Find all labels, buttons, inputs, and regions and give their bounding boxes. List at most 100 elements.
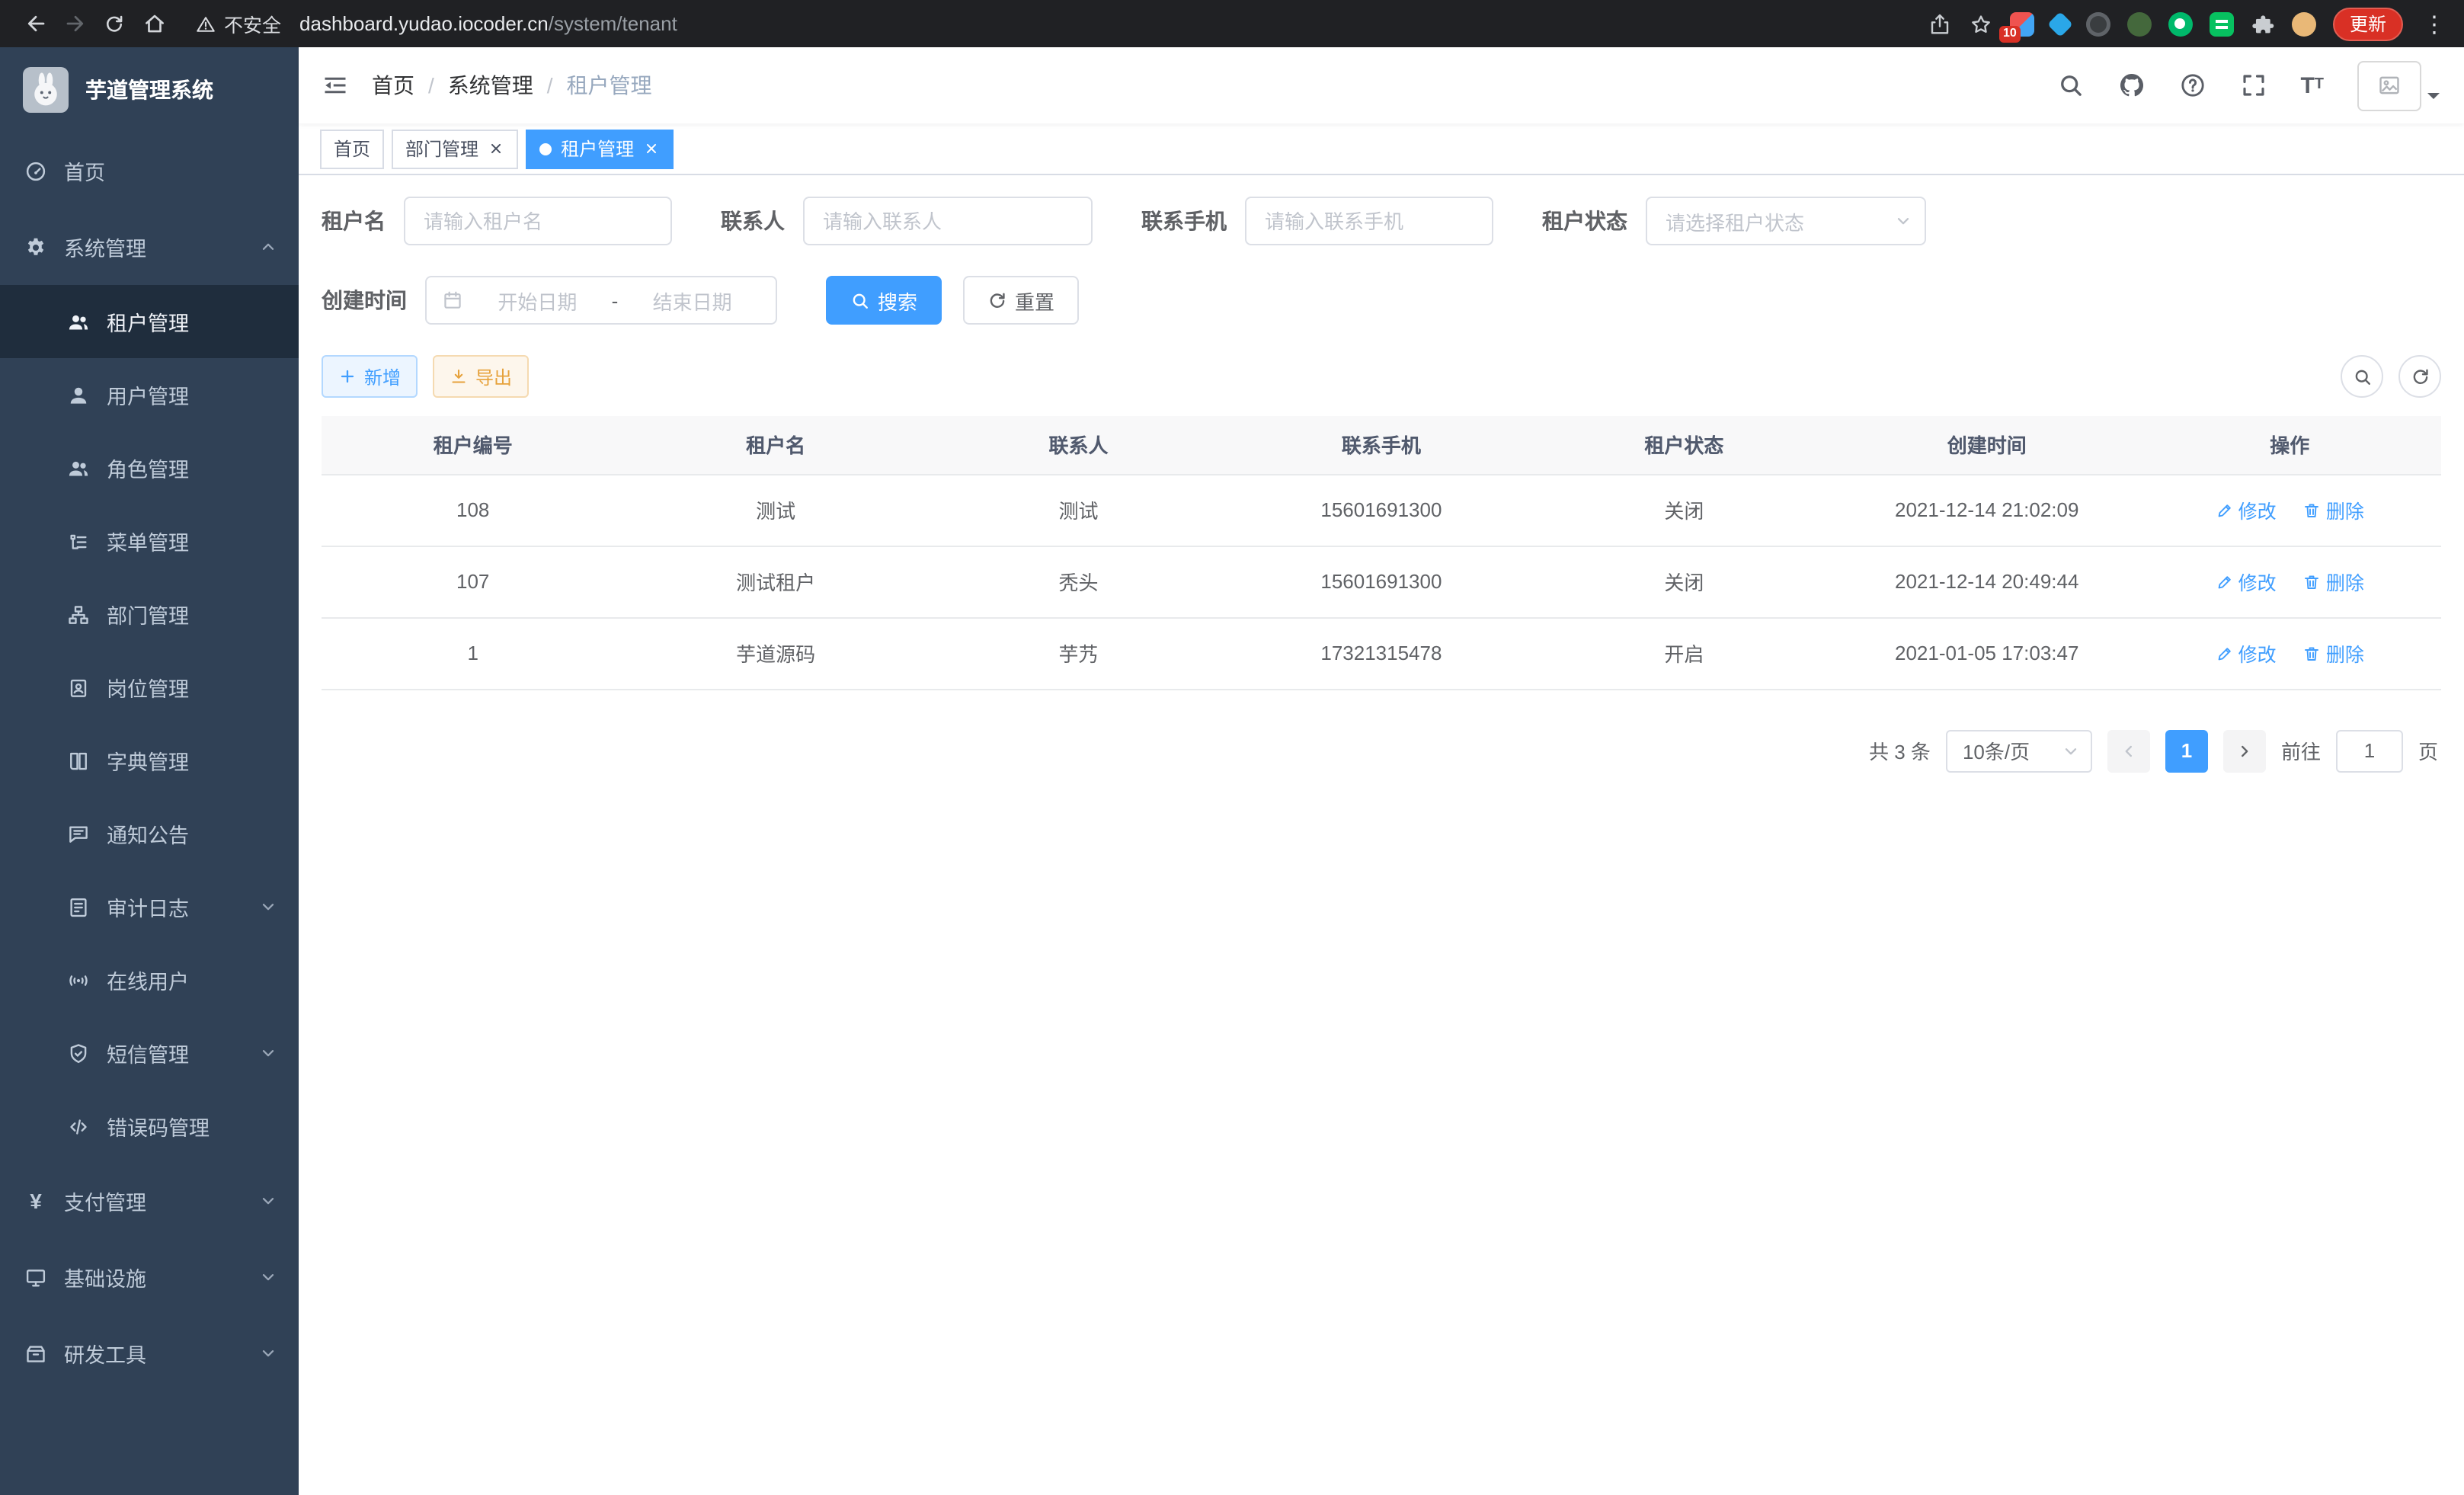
help-icon[interactable] (2178, 72, 2206, 99)
font-size-icon[interactable]: TT (2300, 74, 2324, 97)
sidebar-item-notice[interactable]: 通知公告 (0, 797, 299, 870)
cell-tenant-name: 芋道源码 (624, 617, 926, 689)
monitor-icon (24, 1266, 47, 1289)
refresh-table-button[interactable] (2398, 355, 2441, 398)
delete-button[interactable]: 删除 (2303, 639, 2364, 667)
browser-back-button[interactable] (15, 4, 55, 43)
breadcrumb-separator: / (428, 73, 434, 98)
share-icon[interactable] (1928, 11, 1952, 36)
navbar-right: TT (2056, 60, 2464, 110)
export-button[interactable]: 导出 (433, 355, 529, 398)
cell-status: 关闭 (1533, 546, 1835, 617)
extensions-puzzle-icon[interactable] (2251, 11, 2275, 36)
browser-home-button[interactable] (134, 4, 174, 43)
sidebar-item-dept[interactable]: 部门管理 (0, 578, 299, 651)
sidebar-item-system[interactable]: 系统管理 (0, 209, 299, 285)
extension-icon-red-blue[interactable]: 10 (2010, 11, 2034, 36)
browser-forward-button[interactable] (55, 4, 94, 43)
extension-icon-olive-circle[interactable] (2127, 11, 2152, 36)
pencil-icon (2216, 501, 2234, 519)
browser-menu-icon[interactable]: ⋮ (2420, 10, 2449, 37)
sidebar-item-home[interactable]: 首页 (0, 133, 299, 209)
browser-update-button[interactable]: 更新 (2333, 7, 2403, 40)
prev-page-button[interactable] (2107, 729, 2150, 772)
contact-input[interactable] (803, 197, 1093, 245)
sidebar-item-post[interactable]: 岗位管理 (0, 651, 299, 724)
edit-button[interactable]: 修改 (2216, 639, 2277, 667)
add-button[interactable]: 新增 (322, 355, 418, 398)
extension-icon-dark-circle[interactable] (2086, 11, 2110, 36)
tab-dept[interactable]: 部门管理 (392, 129, 518, 168)
logo-row[interactable]: 芋道管理系统 (0, 47, 299, 133)
gear-icon (24, 235, 47, 258)
users-icon (67, 456, 90, 479)
sidebar-item-online-users[interactable]: 在线用户 (0, 943, 299, 1016)
tab-tenant[interactable]: 租户管理 (526, 129, 674, 168)
tab-home[interactable]: 首页 (320, 129, 384, 168)
date-range-picker[interactable]: 开始日期 - 结束日期 (425, 276, 777, 325)
sidebar-item-menu[interactable]: 菜单管理 (0, 504, 299, 578)
breadcrumb-system[interactable]: 系统管理 (448, 70, 533, 101)
sidebar-item-dict[interactable]: 字典管理 (0, 724, 299, 797)
cell-created-at: 2021-12-14 21:02:09 (1835, 474, 2138, 546)
search-button[interactable]: 搜索 (826, 276, 942, 325)
chevron-down-icon (259, 1044, 277, 1062)
filter-contact: 联系人 (721, 197, 1093, 245)
next-page-button[interactable] (2223, 729, 2266, 772)
col-status: 租户状态 (1533, 416, 1835, 474)
sidebar-item-payment[interactable]: ¥ 支付管理 (0, 1163, 299, 1239)
sidebar-item-audit-log[interactable]: 审计日志 (0, 870, 299, 943)
sidebar-item-error-code[interactable]: 错误码管理 (0, 1090, 299, 1163)
mobile-input[interactable] (1245, 197, 1493, 245)
status-select[interactable]: 请选择租户状态 (1646, 197, 1926, 245)
sidebar-item-dev-tools[interactable]: 研发工具 (0, 1315, 299, 1391)
browser-profile-avatar[interactable] (2292, 11, 2316, 36)
calendar-icon (442, 290, 463, 311)
extension-icon-green-square[interactable] (2210, 11, 2234, 36)
chevron-right-icon (2235, 741, 2254, 760)
address-bar[interactable]: dashboard.yudao.iocoder.cn/system/tenant (299, 12, 677, 35)
signal-icon (67, 968, 90, 991)
browser-reload-button[interactable] (94, 4, 134, 43)
sidebar-item-infrastructure[interactable]: 基础设施 (0, 1239, 299, 1315)
sidebar-collapse-button[interactable] (299, 47, 372, 123)
cell-actions: 修改 删除 (2138, 617, 2441, 689)
tenant-name-input[interactable] (404, 197, 672, 245)
sidebar-item-tenant[interactable]: 租户管理 (0, 285, 299, 358)
edit-button[interactable]: 修改 (2216, 495, 2277, 524)
search-icon[interactable] (2056, 72, 2084, 99)
extension-icon-blue-diamond[interactable] (2047, 11, 2073, 37)
extension-icon-green-circle[interactable] (2168, 11, 2193, 36)
close-icon[interactable] (643, 140, 660, 157)
active-tab-dot (539, 142, 552, 155)
filter-status: 租户状态 请选择租户状态 (1542, 197, 1926, 245)
toggle-search-button[interactable] (2341, 355, 2383, 398)
book-icon (67, 749, 90, 772)
sidebar-item-role[interactable]: 角色管理 (0, 431, 299, 504)
reset-button[interactable]: 重置 (963, 276, 1079, 325)
site-security-chip[interactable]: 不安全 (195, 9, 281, 38)
page-size-select[interactable]: 10条/页 (1946, 729, 2092, 772)
fullscreen-icon[interactable] (2239, 72, 2267, 99)
sidebar-item-user[interactable]: 用户管理 (0, 358, 299, 431)
cell-tenant-id: 108 (322, 474, 624, 546)
page-number-button[interactable]: 1 (2165, 729, 2208, 772)
status-label: 租户状态 (1542, 206, 1627, 236)
delete-button[interactable]: 删除 (2303, 495, 2364, 524)
delete-button[interactable]: 删除 (2303, 567, 2364, 596)
close-icon[interactable] (488, 140, 504, 157)
edit-button[interactable]: 修改 (2216, 567, 2277, 596)
bookmark-star-icon[interactable] (1969, 11, 1993, 36)
filter-mobile: 联系手机 (1141, 197, 1493, 245)
breadcrumb-home[interactable]: 首页 (372, 70, 414, 101)
github-icon[interactable] (2117, 72, 2145, 99)
extension-badge: 10 (1999, 25, 2021, 42)
user-avatar-dropdown[interactable] (2357, 60, 2440, 110)
pagination: 共 3 条 10条/页 1 前往 页 (322, 729, 2441, 772)
filter-tenant-name: 租户名 (322, 197, 672, 245)
top-navbar: 首页 / 系统管理 / 租户管理 TT (299, 47, 2464, 123)
cell-status: 开启 (1533, 617, 1835, 689)
goto-page-input[interactable] (2336, 729, 2403, 772)
pagination-total: 共 3 条 (1869, 736, 1931, 765)
sidebar-item-sms[interactable]: 短信管理 (0, 1016, 299, 1090)
